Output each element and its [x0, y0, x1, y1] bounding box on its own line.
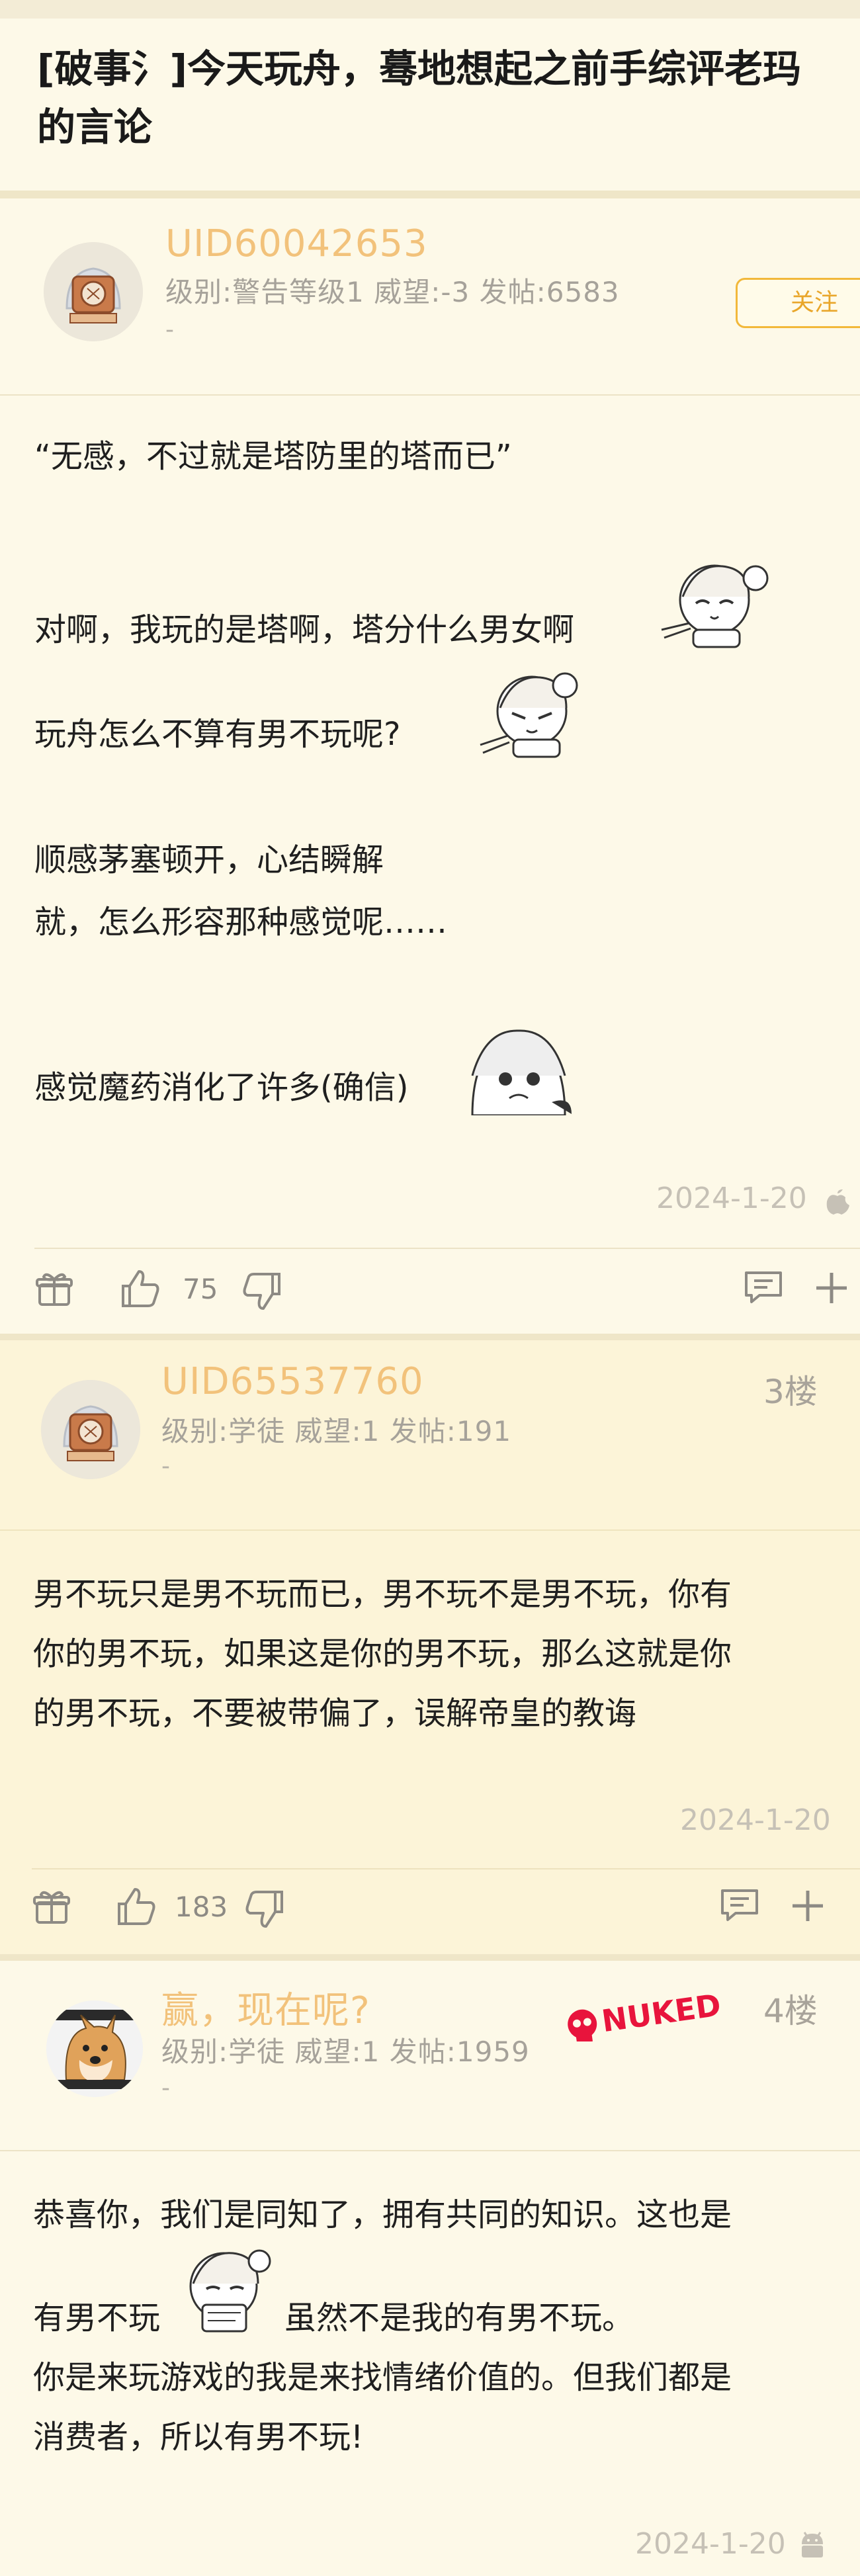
- reply3-head-divider: [0, 1529, 860, 1531]
- diving-helmet-avatar-icon: [41, 1380, 140, 1479]
- op-user-meta: 级别:警告等级1 威望:-3 发帖:6583: [165, 276, 620, 308]
- post-divider: [0, 1954, 860, 1961]
- op-username[interactable]: UID60042653: [165, 222, 428, 265]
- op-line-2: 对啊，我玩的是塔啊，塔分什么男女啊: [34, 611, 575, 648]
- reply4-line-2b: 虽然不是我的有男不玩。: [284, 2299, 634, 2337]
- plus-icon[interactable]: [790, 1888, 826, 1924]
- reply3-like-count: 183: [175, 1891, 228, 1923]
- reply3-date: 2024-1-20: [680, 1803, 831, 1837]
- avatar[interactable]: [46, 2000, 143, 2097]
- comment-icon[interactable]: [720, 1887, 759, 1924]
- post-divider: [0, 1334, 860, 1340]
- avatar[interactable]: [44, 242, 143, 341]
- chibi-girl-sticker-icon: [471, 1029, 572, 1115]
- op-head-divider: [0, 394, 860, 396]
- op-line-5: 就，怎么形容那种感觉呢……: [34, 904, 448, 941]
- avatar[interactable]: [41, 1380, 140, 1479]
- op-post: UID60042653 级别:警告等级1 威望:-3 发帖:6583 - 关注 …: [0, 198, 860, 1336]
- reply4-line-4: 消费者，所以有男不玩!: [33, 2419, 364, 2456]
- reply3-user-sub: -: [161, 1453, 170, 1480]
- apple-icon: [826, 1189, 849, 1215]
- reply3-user-meta: 级别:学徒 威望:1 发帖:191: [161, 1415, 512, 1447]
- reply4-line-3: 你是来玩游戏的我是来找情绪价值的。但我们都是: [33, 2359, 732, 2396]
- op-user-sub: -: [165, 316, 174, 343]
- reply4-user-sub: -: [161, 2075, 170, 2102]
- op-action-bar: 75: [0, 1250, 860, 1330]
- reply3-username[interactable]: UID65537760: [161, 1360, 424, 1403]
- follow-button[interactable]: 关注: [736, 278, 860, 328]
- op-line-6: 感觉魔药消化了许多(确信): [34, 1069, 409, 1106]
- op-date: 2024-1-20: [656, 1181, 807, 1215]
- thumbs-up-icon[interactable]: [119, 1267, 161, 1310]
- op-line-3: 玩舟怎么不算有男不玩呢?: [34, 716, 401, 753]
- op-line-1: “无感，不过就是塔防里的塔而已”: [34, 438, 512, 475]
- reply3-action-bar: 183: [0, 1869, 860, 1949]
- op-actions-divider: [34, 1248, 860, 1249]
- op-like-count: 75: [183, 1273, 218, 1305]
- title-divider: [0, 191, 860, 198]
- gift-icon[interactable]: [33, 1888, 70, 1925]
- android-icon: [802, 2532, 823, 2557]
- top-strip: [0, 0, 860, 19]
- plus-icon[interactable]: [814, 1270, 849, 1306]
- nuked-badge-text: NUKED: [599, 1987, 723, 2039]
- comment-icon[interactable]: [744, 1269, 783, 1306]
- chibi-girl-sticker-icon: [661, 564, 769, 648]
- thumbs-down-icon[interactable]: [241, 1270, 283, 1312]
- reply-post-3: UID65537760 级别:学徒 威望:1 发帖:191 - 3楼 男不玩只是…: [0, 1340, 860, 1955]
- reply3-line-2: 你的男不玩，如果这是你的男不玩，那么这就是你: [33, 1635, 732, 1672]
- gift-icon[interactable]: [36, 1270, 73, 1307]
- reply-post-4: 赢，现在呢? 级别:学徒 威望:1 发帖:1959 - 4楼 NUKED 恭喜你…: [0, 1961, 860, 2576]
- reply4-user-meta: 级别:学徒 威望:1 发帖:1959: [161, 2036, 530, 2068]
- chibi-girl-sticker-icon: [189, 2249, 271, 2333]
- thread-title: [破事氵]今天玩舟，蓦地想起之前手综评老玛的言论: [37, 46, 802, 150]
- thumbs-down-icon[interactable]: [243, 1888, 286, 1930]
- reply3-line-3: 的男不玩，不要被带偏了，误解帝皇的教诲: [33, 1695, 637, 1732]
- floor-number: 3楼: [763, 1373, 818, 1411]
- shiba-dog-avatar-icon: [46, 2000, 143, 2097]
- floor-number: 4楼: [763, 1992, 818, 2030]
- reply4-line-1: 恭喜你，我们是同知了，拥有共同的知识。这也是: [33, 2196, 732, 2233]
- nuked-badge-icon: NUKED: [568, 1987, 723, 2041]
- reply4-line-2a: 有男不玩: [33, 2299, 161, 2337]
- reply3-line-1: 男不玩只是男不玩而已，男不玩不是男不玩，你有: [33, 1576, 732, 1613]
- chibi-girl-sticker-icon: [480, 672, 578, 758]
- reply4-date: 2024-1-20: [635, 2527, 786, 2561]
- op-line-4: 顺感茅塞顿开，心结瞬解: [34, 841, 384, 879]
- thumbs-up-icon[interactable]: [115, 1885, 157, 1928]
- reply4-head-divider: [0, 2150, 860, 2151]
- diving-helmet-avatar-icon: [44, 242, 143, 341]
- reply4-username[interactable]: 赢，现在呢?: [161, 1981, 370, 2034]
